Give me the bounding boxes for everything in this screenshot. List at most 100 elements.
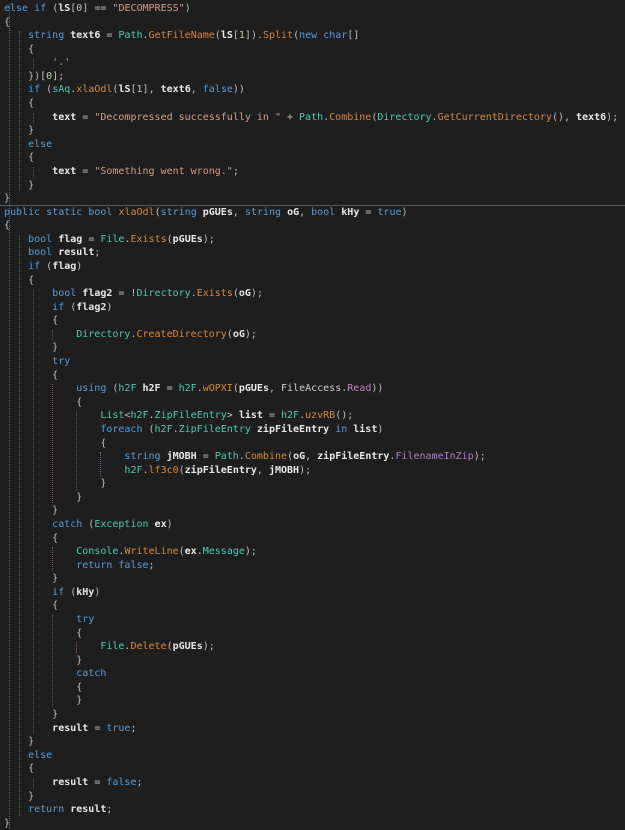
code-line[interactable]: }	[4, 790, 625, 804]
code-line[interactable]: else	[4, 138, 625, 152]
code-line[interactable]: {	[4, 532, 625, 546]
code-line[interactable]: {	[4, 396, 625, 410]
code-line[interactable]: string text6 = Path.GetFileName(lS[1]).S…	[4, 29, 625, 43]
code-line[interactable]: h2F.lf3c0(zipFileEntry, jMOBH);	[4, 464, 625, 478]
token-method: GetCurrentDirectory	[438, 112, 552, 123]
token-punctuation	[4, 641, 100, 652]
token-punctuation: }	[4, 125, 34, 136]
token-punctuation: {	[4, 17, 10, 28]
token-punctuation: +	[281, 112, 299, 123]
code-line[interactable]: result = true;	[4, 722, 625, 736]
token-type: h2F	[281, 410, 299, 421]
token-keyword: foreach	[100, 424, 142, 435]
token-punctuation: ,	[191, 84, 203, 95]
code-line[interactable]: {	[4, 219, 625, 233]
token-keyword: else	[4, 3, 28, 14]
token-punctuation: (	[82, 519, 94, 530]
code-line[interactable]: {	[4, 314, 625, 328]
code-line[interactable]: foreach (h2F.ZipFileEntry zipFileEntry i…	[4, 423, 625, 437]
token-local-or-parameter: text6	[70, 30, 100, 41]
code-line[interactable]: bool flag = File.Exists(pGUEs);	[4, 233, 625, 247]
code-line[interactable]: catch	[4, 667, 625, 681]
code-line[interactable]: {	[4, 43, 625, 57]
code-line[interactable]: using (h2F h2F = h2F.wOPXI(pGUEs, FileAc…	[4, 382, 625, 396]
code-line[interactable]: }	[4, 735, 625, 749]
code-line[interactable]: {	[4, 151, 625, 165]
token-punctuation: }	[4, 573, 58, 584]
code-line[interactable]: }	[4, 477, 625, 491]
code-line[interactable]: List<h2F.ZipFileEntry> list = h2F.uzvRB(…	[4, 409, 625, 423]
token-type: h2F	[118, 383, 136, 394]
code-line[interactable]: {	[4, 437, 625, 451]
code-line[interactable]: text = "Decompressed successfully in " +…	[4, 111, 625, 125]
token-method: xlaOdl	[118, 207, 154, 218]
token-type: Directory	[377, 112, 431, 123]
token-punctuation: }	[4, 655, 82, 666]
token-punctuation: }	[4, 736, 34, 747]
code-line[interactable]: }	[4, 491, 625, 505]
code-line[interactable]: {	[4, 762, 625, 776]
code-line[interactable]: string jMOBH = Path.Combine(oG, zipFileE…	[4, 450, 625, 464]
code-line[interactable]: {	[4, 627, 625, 641]
code-line[interactable]: try	[4, 355, 625, 369]
token-local-or-parameter: oG	[239, 288, 251, 299]
token-local-or-parameter: flag	[52, 261, 76, 272]
token-local-or-parameter: text6	[161, 84, 191, 95]
token-keyword: try	[76, 614, 94, 625]
token-punctuation: }	[4, 478, 106, 489]
token-punctuation: }	[4, 791, 34, 802]
code-line[interactable]: bool result;	[4, 246, 625, 260]
token-keyword: string	[245, 207, 281, 218]
token-punctuation: }	[4, 695, 82, 706]
code-line[interactable]: }	[4, 572, 625, 586]
code-line[interactable]: }	[4, 504, 625, 518]
token-local-or-parameter: lS	[58, 3, 70, 14]
token-punctuation: })[	[4, 71, 46, 82]
token-type: Directory	[76, 329, 130, 340]
code-line[interactable]: else	[4, 749, 625, 763]
code-line[interactable]: {	[4, 599, 625, 613]
code-line[interactable]: {	[4, 274, 625, 288]
code-line[interactable]: catch (Exception ex)	[4, 518, 625, 532]
code-editor[interactable]: else if (lS[0] == "DECOMPRESS"){ string …	[0, 0, 625, 830]
token-string-literal: "Decompressed successfully in "	[94, 112, 281, 123]
code-line[interactable]: }	[4, 817, 625, 830]
code-line[interactable]: try	[4, 613, 625, 627]
token-local-or-parameter: h2F	[143, 383, 161, 394]
code-line[interactable]: '.'	[4, 56, 625, 70]
code-line[interactable]: bool flag2 = !Directory.Exists(oG);	[4, 287, 625, 301]
code-line[interactable]: else if (lS[0] == "DECOMPRESS")	[4, 2, 625, 16]
token-punctuation: (	[40, 261, 52, 272]
code-line[interactable]: if (flag2)	[4, 301, 625, 315]
code-line[interactable]: File.Delete(pGUEs);	[4, 640, 625, 654]
code-line[interactable]: }	[4, 192, 625, 206]
code-line[interactable]: }	[4, 694, 625, 708]
token-punctuation	[4, 587, 52, 598]
code-line[interactable]: return false;	[4, 559, 625, 573]
token-punctuation	[4, 57, 52, 68]
code-line[interactable]: if (flag)	[4, 260, 625, 274]
token-punctuation: );	[299, 465, 311, 476]
code-line[interactable]: return result;	[4, 803, 625, 817]
token-keyword: string	[124, 451, 160, 462]
code-line[interactable]: result = false;	[4, 776, 625, 790]
code-line[interactable]: }	[4, 124, 625, 138]
code-line[interactable]: }	[4, 708, 625, 722]
code-line[interactable]: {	[4, 369, 625, 383]
code-line[interactable]: if (kHy)	[4, 586, 625, 600]
code-line[interactable]: if (sAq.xlaOdl(lS[1], text6, false))	[4, 83, 625, 97]
code-line[interactable]: text = "Something went wrong.";	[4, 165, 625, 179]
code-line[interactable]: public static bool xlaOdl(string pGUEs, …	[4, 206, 625, 220]
code-line[interactable]: })[0];	[4, 70, 625, 84]
code-line[interactable]: {	[4, 681, 625, 695]
code-line[interactable]: {	[4, 16, 625, 30]
code-line[interactable]: }	[4, 654, 625, 668]
code-line[interactable]: {	[4, 97, 625, 111]
token-punctuation	[4, 451, 124, 462]
code-line[interactable]: }	[4, 341, 625, 355]
code-line[interactable]: Directory.CreateDirectory(oG);	[4, 328, 625, 342]
token-local-or-parameter: lS	[221, 30, 233, 41]
code-line[interactable]: Console.WriteLine(ex.Message);	[4, 545, 625, 559]
code-line[interactable]: }	[4, 179, 625, 193]
token-type: h2F	[130, 410, 148, 421]
